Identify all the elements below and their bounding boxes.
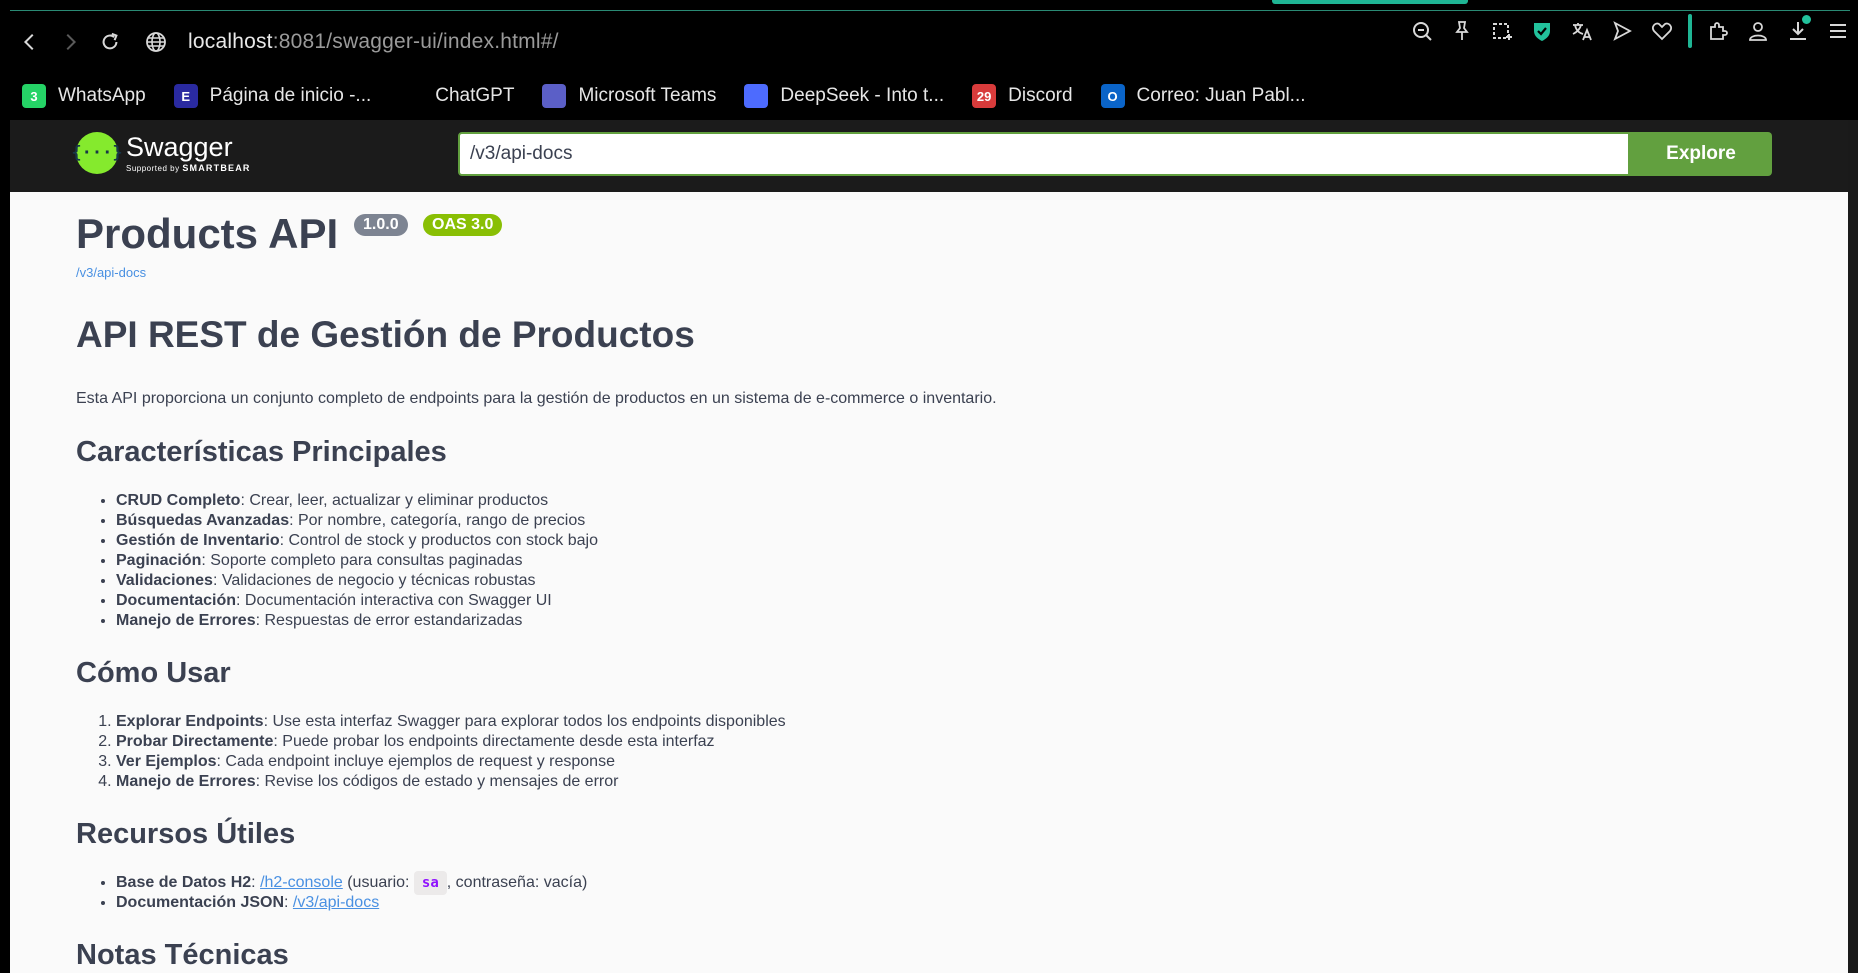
url-path: :8081/swagger-ui/index.html#/ [272, 30, 559, 53]
bookmark-label: Página de inicio -... [209, 85, 372, 106]
screenshot-button[interactable] [1482, 11, 1522, 51]
swagger-logo-sub: Supported by SMARTBEAR [126, 162, 251, 173]
h2-console-link[interactable]: /h2-console [260, 874, 343, 891]
swagger-topbar: {···} Swagger Supported by SMARTBEAR Exp… [10, 120, 1848, 192]
outlook-icon: O [1100, 84, 1125, 108]
menu-icon [1830, 24, 1846, 38]
list-item: Validaciones: Validaciones de negocio y … [116, 571, 1776, 591]
bookmark-item[interactable]: E Página de inicio -... [173, 84, 372, 108]
list-item: Documentación: Documentación interactiva… [116, 591, 1776, 611]
bookmark-item[interactable]: Microsoft Teams [542, 84, 716, 108]
oas-badge: OAS 3.0 [423, 214, 503, 236]
list-item: Documentación JSON: /v3/api-docs [116, 893, 1776, 913]
list-item: Explorar Endpoints: Use esta interfaz Sw… [116, 712, 1776, 732]
notification-dot [1802, 15, 1811, 24]
calendar-icon: 29 [972, 84, 997, 108]
reload-button[interactable] [90, 22, 130, 62]
downloads-button[interactable] [1778, 11, 1818, 51]
api-info: Products API 1.0.0 OAS 3.0 /v3/api-docs … [76, 205, 1776, 972]
description-heading: API REST de Gestión de Productos [76, 314, 695, 355]
globe-icon [146, 32, 166, 52]
list-item: CRUD Completo: Crear, leer, actualizar y… [116, 491, 1776, 511]
user-icon [1749, 22, 1767, 41]
menu-button[interactable] [1818, 11, 1858, 51]
swagger-search: Explore [458, 132, 1772, 176]
active-tab-indicator [1272, 0, 1468, 4]
page-content: {···} Swagger Supported by SMARTBEAR Exp… [10, 120, 1848, 973]
bookmark-item[interactable]: 3 WhatsApp [22, 84, 146, 108]
page-title: Products API [76, 210, 339, 257]
bookmark-item[interactable]: O Correo: Juan Pabl... [1100, 84, 1306, 108]
crop-icon [1493, 23, 1512, 40]
url-host: localhost [188, 30, 273, 53]
browser-window: localhost:8081/swagger-ui/index.html#/ 3… [0, 0, 1858, 973]
teams-icon [542, 84, 567, 108]
bookmark-label: ChatGPT [435, 85, 515, 106]
whatsapp-icon: 3 [22, 84, 46, 108]
translate-button[interactable] [1562, 11, 1602, 51]
pin-button[interactable] [1442, 11, 1482, 51]
toolbar-separator [1688, 14, 1692, 48]
profile-button[interactable] [1738, 11, 1778, 51]
favorite-button[interactable] [1642, 11, 1682, 51]
list-item: Probar Directamente: Puede probar los en… [116, 732, 1776, 752]
usage-list: Explorar Endpoints: Use esta interfaz Sw… [76, 712, 1776, 792]
list-item: Manejo de Errores: Respuestas de error e… [116, 611, 1776, 631]
bookmark-label: DeepSeek - Into t... [780, 85, 945, 106]
bookmark-label: Microsoft Teams [578, 85, 717, 106]
bookmarks-bar: 3 WhatsApp E Página de inicio -... ChatGPT Mi… [22, 74, 1334, 118]
send-button[interactable] [1602, 11, 1642, 51]
swagger-logo[interactable]: {···} Swagger Supported by SMARTBEAR [71, 131, 251, 174]
swagger-logo-name: Swagger [126, 131, 233, 162]
features-heading: Características Principales [76, 436, 447, 468]
send-icon [1613, 21, 1632, 41]
api-docs-link[interactable]: /v3/api-docs [293, 894, 379, 911]
bookmark-label: WhatsApp [58, 85, 146, 106]
puzzle-icon [1710, 22, 1728, 40]
usage-heading: Cómo Usar [76, 657, 231, 689]
list-item: Ver Ejemplos: Cada endpoint incluye ejem… [116, 752, 1776, 772]
back-button[interactable] [10, 22, 50, 62]
e-icon: E [173, 84, 198, 108]
zoom-out-icon [1413, 22, 1432, 41]
extensions-button[interactable] [1698, 11, 1738, 51]
bookmark-label: Correo: Juan Pabl... [1136, 85, 1306, 106]
bookmark-item[interactable]: ChatGPT [399, 84, 514, 108]
forward-button[interactable] [50, 22, 90, 62]
notes-heading: Notas Técnicas [76, 939, 289, 971]
list-item: Base de Datos H2: /h2-console (usuario: … [116, 871, 1776, 895]
chevron-left-icon [23, 33, 34, 51]
list-item: Búsquedas Avanzadas: Por nombre, categor… [116, 511, 1776, 531]
username-code: sa [413, 871, 447, 895]
list-item: Gestión de Inventario: Control de stock … [116, 531, 1776, 551]
zoom-out-button[interactable] [1402, 11, 1442, 51]
translate-icon [1572, 23, 1592, 41]
bookmark-item[interactable]: 29 Discord [972, 84, 1073, 108]
bookmark-label: Discord [1008, 85, 1073, 106]
scrollbar-track[interactable] [1848, 120, 1858, 973]
version-badge: 1.0.0 [354, 214, 408, 236]
chatgpt-icon [399, 84, 424, 108]
pin-icon [1455, 21, 1469, 40]
swagger-logo-icon: {···} [71, 132, 123, 174]
explore-button[interactable]: Explore [1630, 132, 1772, 176]
url-field[interactable]: localhost:8081/swagger-ui/index.html#/ [144, 30, 559, 54]
list-item: Paginación: Soporte completo para consul… [116, 551, 1776, 571]
deepseek-icon [744, 84, 769, 108]
shield-check-icon [1534, 23, 1550, 41]
resources-heading: Recursos Útiles [76, 818, 296, 850]
reload-icon [102, 32, 118, 50]
description-text: Esta API proporciona un conjunto complet… [76, 390, 997, 407]
bookmark-item[interactable]: DeepSeek - Into t... [744, 84, 944, 108]
spec-url-link[interactable]: /v3/api-docs [76, 265, 1776, 280]
features-list: CRUD Completo: Crear, leer, actualizar y… [76, 491, 1776, 631]
list-item: Manejo de Errores: Revise los códigos de… [116, 772, 1776, 792]
toolbar-actions [1402, 11, 1858, 51]
resources-list: Base de Datos H2: /h2-console (usuario: … [76, 871, 1776, 913]
spec-url-input[interactable] [458, 132, 1630, 176]
chevron-right-icon [66, 33, 77, 51]
adblock-button[interactable] [1522, 11, 1562, 51]
heart-icon [1652, 22, 1672, 41]
